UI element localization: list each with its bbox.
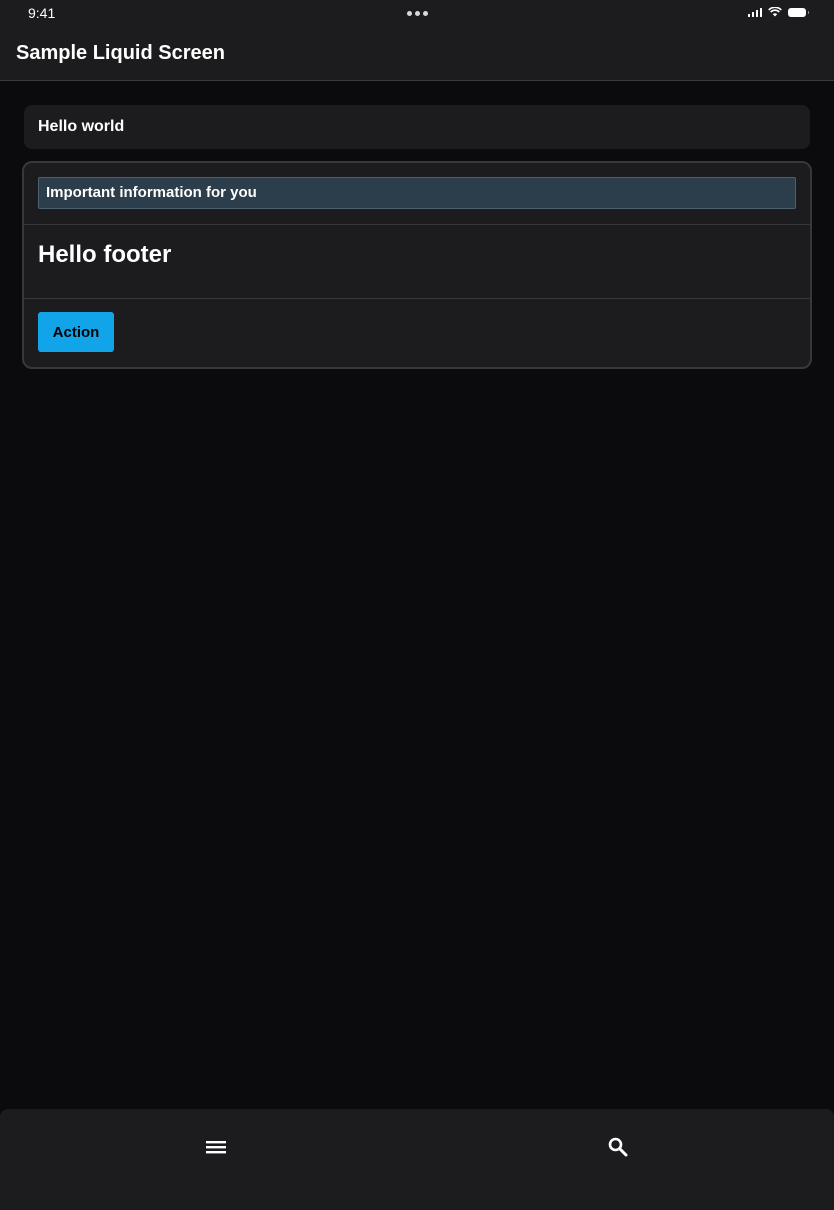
hello-text: Hello world xyxy=(38,118,125,135)
bottom-tab-bar xyxy=(0,1109,834,1210)
hello-card: Hello world xyxy=(24,105,810,149)
menu-button[interactable] xyxy=(200,1133,232,1161)
wifi-icon xyxy=(768,7,782,17)
status-bar: 9:41 xyxy=(0,0,834,28)
search-button[interactable] xyxy=(602,1131,634,1163)
info-card-header: Important information for you xyxy=(24,163,810,225)
battery-icon xyxy=(788,7,809,17)
info-banner-text: Important information for you xyxy=(46,184,257,201)
info-banner: Important information for you xyxy=(38,177,796,209)
signal-icon xyxy=(747,7,762,17)
action-button[interactable]: Action xyxy=(38,312,114,352)
nav-bar: Sample Liquid Screen xyxy=(0,28,834,81)
menu-icon xyxy=(206,1141,226,1154)
page-title: Sample Liquid Screen xyxy=(16,42,225,64)
status-indicators xyxy=(747,7,809,17)
app-screen: 9:41 Sample Liquid Screen Hello world Im… xyxy=(0,0,834,1210)
info-card-body: Hello footer xyxy=(24,225,810,299)
footer-heading: Hello footer xyxy=(38,241,172,268)
search-icon xyxy=(608,1137,628,1157)
info-card: Important information for you Hello foot… xyxy=(22,161,812,369)
multitasking-dots-icon[interactable] xyxy=(407,11,428,16)
status-time: 9:41 xyxy=(28,5,56,21)
